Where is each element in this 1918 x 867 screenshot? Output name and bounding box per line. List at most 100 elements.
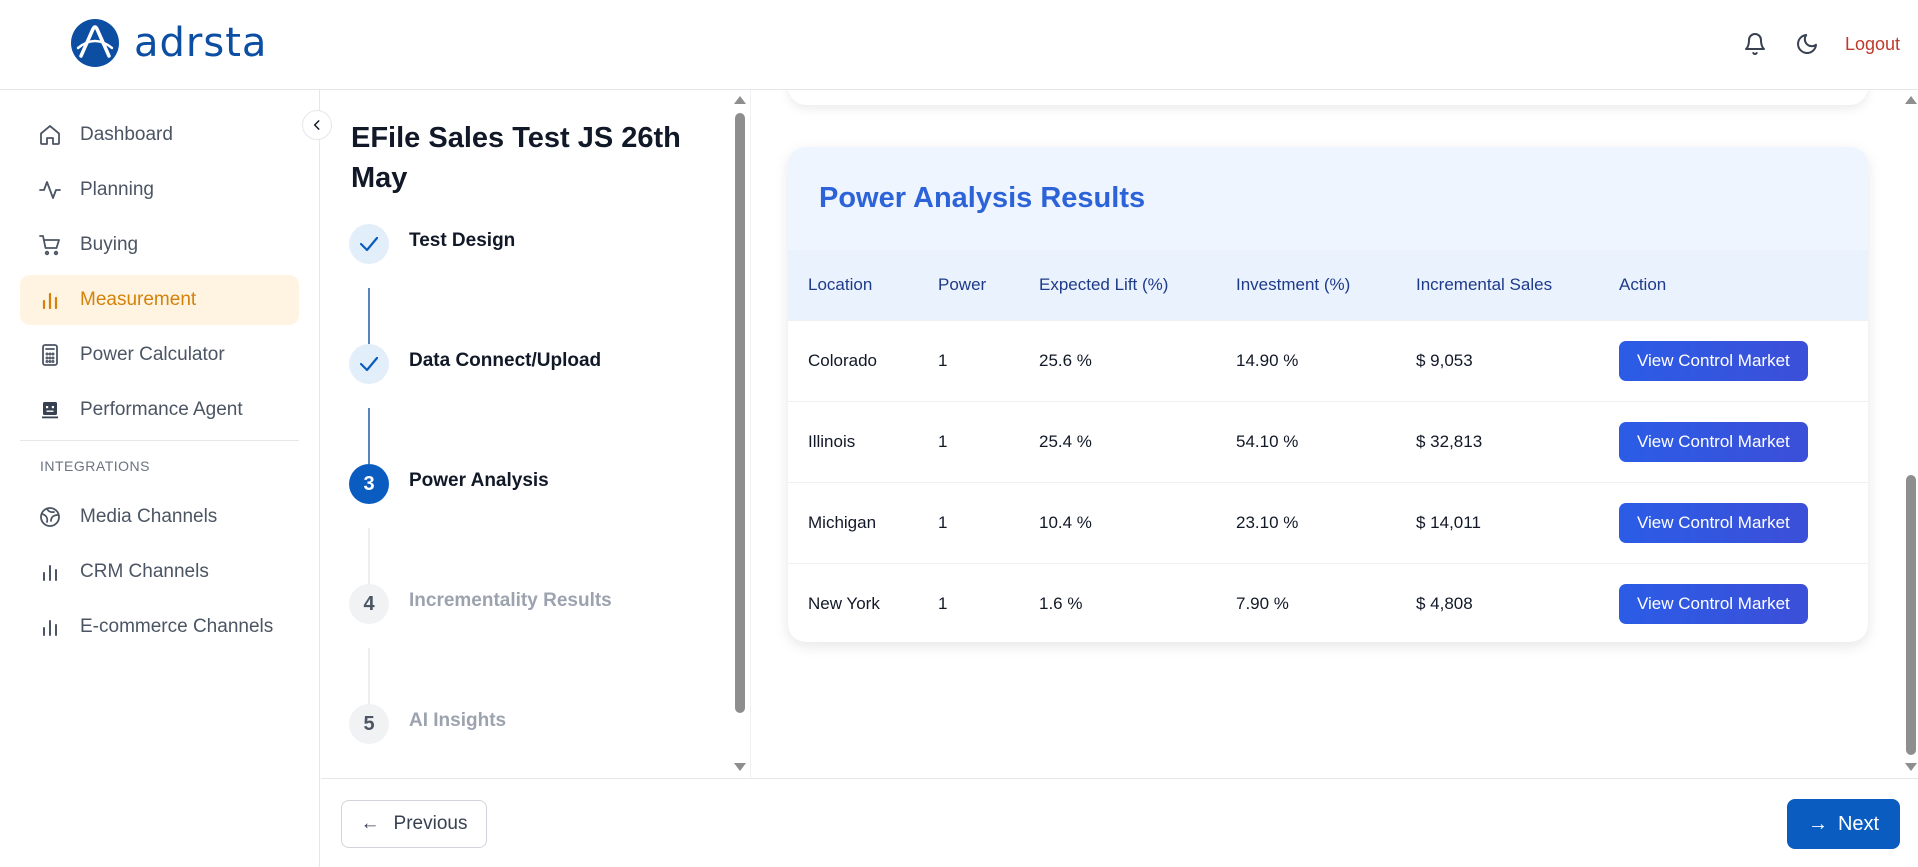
col-expected-lift: Expected Lift (%) — [1039, 274, 1169, 294]
step-connector — [368, 528, 370, 584]
cell-sales: $ 14,011 — [1396, 481, 1599, 563]
sidebar-item-label: E-commerce Channels — [80, 616, 274, 637]
arrow-right-icon: → — [1807, 812, 1828, 835]
step-number: 5 — [349, 704, 389, 744]
results-table: Location Power Expected Lift (%) Investm… — [788, 250, 1868, 642]
step-data-connect[interactable]: Data Connect/Upload — [349, 344, 601, 384]
power-analysis-results-card: Power Analysis Results Location Power Ex… — [788, 147, 1868, 642]
calculator-icon — [42, 344, 58, 366]
cell-power: 1 — [918, 319, 1019, 401]
top-header: adrsta Logout — [0, 0, 1918, 90]
col-location: Location — [808, 274, 873, 294]
previous-card — [788, 90, 1868, 105]
logout-link[interactable]: Logout — [1845, 34, 1900, 55]
step-ai-insights[interactable]: 5 AI Insights — [349, 704, 506, 744]
cart-icon — [39, 235, 60, 256]
table-row: Illinois 1 25.4 % 54.10 % $ 32,813 View … — [788, 400, 1868, 482]
bar-chart-icon — [43, 565, 57, 581]
results-title: Power Analysis Results — [819, 182, 1146, 214]
steps-scrollbar[interactable] — [735, 113, 745, 713]
table-row: New York 1 1.6 % 7.90 % $ 4,808 View Con… — [788, 562, 1868, 642]
cell-lift: 25.4 % — [1019, 400, 1216, 482]
sidebar-item-label: Dashboard — [80, 124, 173, 145]
logo-text: adrsta — [134, 20, 268, 66]
view-control-market-button[interactable]: View Control Market — [1619, 421, 1808, 462]
cell-action: View Control Market — [1599, 400, 1868, 482]
globe-icon — [40, 507, 60, 527]
step-label: AI Insights — [409, 710, 507, 731]
sidebar-item-measurement[interactable]: Measurement — [20, 275, 299, 325]
bar-chart-icon — [43, 620, 57, 636]
col-incremental-sales: Incremental Sales — [1416, 274, 1553, 294]
step-number: 3 — [349, 464, 389, 504]
cell-action: View Control Market — [1599, 481, 1868, 563]
bar-chart-icon — [42, 292, 58, 310]
view-control-market-button[interactable]: View Control Market — [1619, 340, 1808, 381]
sidebar-item-label: Performance Agent — [80, 399, 243, 420]
cell-location: Illinois — [788, 400, 918, 482]
sidebar-collapse-button[interactable] — [302, 110, 332, 140]
arrow-left-icon: ← — [360, 813, 380, 834]
col-power: Power — [938, 274, 987, 294]
step-test-design[interactable]: Test Design — [349, 224, 515, 264]
step-incrementality-results[interactable]: 4 Incrementality Results — [349, 584, 612, 624]
cell-location: New York — [788, 562, 918, 642]
adrsta-logo-icon — [71, 19, 119, 67]
previous-label: Previous — [393, 813, 468, 834]
sidebar-item-ecommerce-channels[interactable]: E-commerce Channels — [20, 602, 299, 652]
header-actions: Logout — [1741, 30, 1900, 58]
previous-button[interactable]: ← Previous — [341, 800, 487, 848]
table-row: Michigan 1 10.4 % 23.10 % $ 14,011 View … — [788, 481, 1868, 563]
sidebar-item-label: Buying — [80, 234, 139, 255]
cell-sales: $ 4,808 — [1396, 562, 1599, 642]
bell-icon[interactable] — [1741, 30, 1769, 58]
next-label: Next — [1837, 812, 1880, 835]
scroll-up-arrow[interactable] — [734, 96, 746, 104]
step-power-analysis[interactable]: 3 Power Analysis — [349, 464, 549, 504]
cell-sales: $ 9,053 — [1396, 319, 1599, 401]
test-title: EFile Sales Test JS 26th May — [351, 122, 681, 194]
main-scroll-down-arrow[interactable] — [1905, 763, 1917, 771]
table-row: Colorado 1 25.6 % 14.90 % $ 9,053 View C… — [788, 319, 1868, 401]
cell-investment: 54.10 % — [1216, 400, 1396, 482]
sidebar-divider — [20, 440, 299, 441]
scroll-down-arrow[interactable] — [734, 763, 746, 771]
step-label: Incrementality Results — [409, 590, 612, 611]
step-connector — [368, 648, 370, 704]
cell-lift: 10.4 % — [1019, 481, 1216, 563]
step-number: 4 — [349, 584, 389, 624]
main-scroll-up-arrow[interactable] — [1905, 96, 1917, 104]
moon-icon[interactable] — [1793, 30, 1821, 58]
step-label: Power Analysis — [409, 470, 549, 491]
logo[interactable]: adrsta — [70, 18, 267, 68]
integrations-section-label: INTEGRATIONS — [40, 458, 150, 474]
cell-lift: 25.6 % — [1019, 319, 1216, 401]
cell-investment: 14.90 % — [1216, 319, 1396, 401]
sidebar-item-dashboard[interactable]: Dashboard — [20, 110, 299, 160]
sidebar-item-media-channels[interactable]: Media Channels — [20, 492, 299, 542]
main-content: Power Analysis Results Location Power Ex… — [752, 90, 1902, 778]
col-investment: Investment (%) — [1236, 274, 1351, 294]
sidebar-item-power-calculator[interactable]: Power Calculator — [20, 330, 299, 380]
sidebar-item-crm-channels[interactable]: CRM Channels — [20, 547, 299, 597]
cell-investment: 23.10 % — [1216, 481, 1396, 563]
cell-power: 1 — [918, 400, 1019, 482]
cell-power: 1 — [918, 481, 1019, 563]
cell-power: 1 — [918, 562, 1019, 642]
step-connector — [368, 408, 370, 464]
sidebar-item-performance-agent[interactable]: Performance Agent — [20, 385, 299, 435]
sidebar-item-label: CRM Channels — [80, 561, 209, 582]
home-icon — [40, 125, 60, 145]
col-action: Action — [1619, 274, 1667, 294]
results-header: Power Analysis Results — [788, 147, 1868, 250]
view-control-market-button[interactable]: View Control Market — [1619, 502, 1808, 543]
cell-investment: 7.90 % — [1216, 562, 1396, 642]
sidebar-item-planning[interactable]: Planning — [20, 165, 299, 215]
check-icon — [349, 224, 389, 264]
next-button[interactable]: → Next — [1787, 799, 1900, 849]
sidebar-item-buying[interactable]: Buying — [20, 220, 299, 270]
view-control-market-button[interactable]: View Control Market — [1619, 583, 1808, 624]
sidebar: Dashboard Planning Buying Measurement Po… — [0, 90, 320, 867]
main-scrollbar[interactable] — [1906, 475, 1916, 755]
sidebar-item-label: Media Channels — [80, 506, 218, 527]
